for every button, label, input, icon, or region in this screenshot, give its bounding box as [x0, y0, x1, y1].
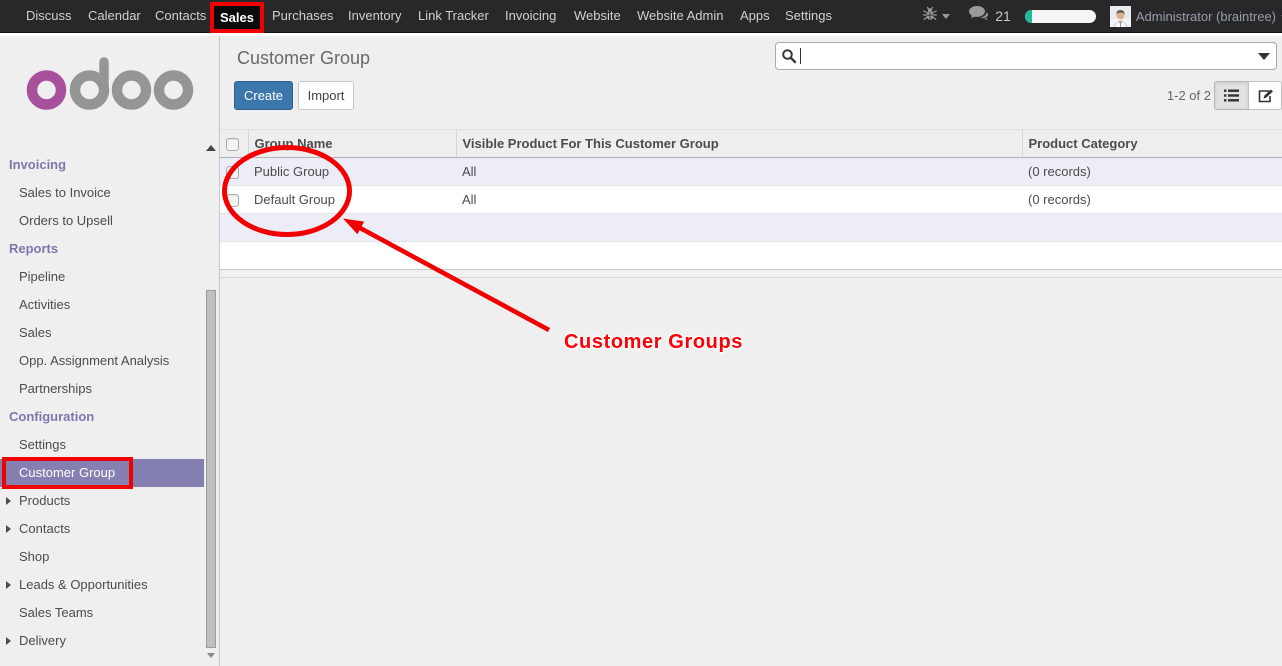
menu-item-delivery[interactable]: Delivery [0, 627, 204, 655]
planner-progress-bar[interactable] [1025, 10, 1096, 23]
select-all-checkbox-cell [220, 130, 248, 158]
menu-item-settings[interactable]: Settings [0, 431, 204, 459]
content-area: Customer Group Create Import 1-2 of 2 [220, 36, 1282, 666]
user-avatar[interactable] [1110, 6, 1131, 27]
page-title: Customer Group [237, 48, 370, 69]
list-view-table: Group Name Visible Product For This Cust… [220, 129, 1282, 270]
menu-scroll-down-icon[interactable] [207, 653, 215, 658]
view-switcher [1214, 81, 1282, 110]
expand-arrow-icon [6, 637, 11, 645]
list-view-button[interactable] [1214, 81, 1248, 110]
menu-item-sales-to-invoice[interactable]: Sales to Invoice [0, 179, 204, 207]
table-empty-row [220, 242, 1282, 270]
table-row-public-group[interactable]: Public Group All (0 records) [220, 158, 1282, 186]
expand-arrow-icon [6, 525, 11, 533]
menu-item-sales[interactable]: Sales [0, 319, 204, 347]
import-button[interactable]: Import [298, 81, 354, 110]
expand-arrow-icon [6, 497, 11, 505]
pager-range[interactable]: 1-2 of 2 [1167, 81, 1211, 110]
top-navbar: Discuss Calendar Contacts Sales Purchase… [0, 0, 1282, 33]
table-header-row: Group Name Visible Product For This Cust… [220, 130, 1282, 158]
nav-item-sales[interactable]: Sales [214, 6, 260, 29]
menu-section-reports: Reports [0, 235, 204, 263]
nav-item-inventory[interactable]: Inventory [339, 0, 410, 32]
search-dropdown-caret-icon[interactable] [1258, 53, 1270, 60]
nav-item-discuss[interactable]: Discuss [17, 0, 81, 32]
planner-progress-fill [1025, 10, 1032, 23]
sidebar-scrollbar-thumb[interactable] [206, 290, 216, 648]
main-area: Invoicing Sales to Invoice Orders to Ups… [0, 36, 1282, 666]
column-header-visible-product[interactable]: Visible Product For This Customer Group [456, 130, 1022, 158]
message-count-badge[interactable]: 21 [995, 8, 1011, 24]
table-footer-strip [220, 270, 1282, 278]
nav-item-settings[interactable]: Settings [776, 0, 841, 32]
cell-visible-product: All [456, 186, 1022, 214]
menu-item-partnerships[interactable]: Partnerships [0, 375, 204, 403]
row-checkbox-cell [220, 186, 248, 214]
search-box[interactable] [775, 42, 1277, 70]
form-view-button[interactable] [1248, 81, 1282, 110]
column-header-group-name[interactable]: Group Name [248, 130, 456, 158]
create-button[interactable]: Create [234, 81, 293, 110]
nav-item-contacts[interactable]: Contacts [146, 0, 215, 32]
nav-item-link-tracker[interactable]: Link Tracker [409, 0, 498, 32]
menu-item-contacts[interactable]: Contacts [0, 515, 204, 543]
nav-item-apps[interactable]: Apps [731, 0, 779, 32]
table-empty-row [220, 214, 1282, 242]
expand-arrow-icon [6, 581, 11, 589]
cell-visible-product: All [456, 158, 1022, 186]
odoo-logo [26, 36, 194, 117]
row-checkbox[interactable] [226, 194, 239, 207]
nav-item-purchases[interactable]: Purchases [263, 0, 342, 32]
main-menu: Discuss Calendar Contacts Sales Purchase… [0, 0, 900, 32]
column-header-product-category[interactable]: Product Category [1022, 130, 1282, 158]
navbar-systray: 21 Administrator (braintree) [923, 0, 1282, 32]
cell-product-category: (0 records) [1022, 158, 1282, 186]
nav-item-invoicing[interactable]: Invoicing [496, 0, 565, 32]
table-row-default-group[interactable]: Default Group All (0 records) [220, 186, 1282, 214]
menu-item-customer-group[interactable]: Customer Group [0, 459, 204, 487]
text-cursor [800, 48, 801, 64]
user-menu[interactable]: Administrator (braintree) [1136, 9, 1276, 24]
menu-section-invoicing: Invoicing [0, 151, 204, 179]
sidebar: Invoicing Sales to Invoice Orders to Ups… [0, 36, 220, 666]
cell-group-name: Default Group [248, 186, 456, 214]
menu-item-leads-opportunities[interactable]: Leads & Opportunities [0, 571, 204, 599]
row-checkbox-cell [220, 158, 248, 186]
select-all-checkbox[interactable] [226, 138, 239, 151]
menu-item-shop[interactable]: Shop [0, 543, 204, 571]
search-icon [781, 48, 797, 64]
bug-icon[interactable] [923, 5, 937, 27]
nav-item-calendar[interactable]: Calendar [79, 0, 150, 32]
cell-product-category: (0 records) [1022, 186, 1282, 214]
menu-item-products[interactable]: Products [0, 487, 204, 515]
cell-group-name: Public Group [248, 158, 456, 186]
menu-item-opp-assignment-analysis[interactable]: Opp. Assignment Analysis [0, 347, 204, 375]
chat-bubbles-icon[interactable] [968, 5, 990, 27]
menu-item-orders-to-upsell[interactable]: Orders to Upsell [0, 207, 204, 235]
menu-section-configuration: Configuration [0, 403, 204, 431]
menu-item-pipeline[interactable]: Pipeline [0, 263, 204, 291]
debug-dropdown-caret-icon[interactable] [942, 14, 950, 19]
menu-item-sales-teams[interactable]: Sales Teams [0, 599, 204, 627]
nav-item-website[interactable]: Website [565, 0, 630, 32]
odoo-backend-window: Discuss Calendar Contacts Sales Purchase… [0, 0, 1282, 666]
menu-scroll-up-icon[interactable] [206, 145, 216, 151]
menu-item-activities[interactable]: Activities [0, 291, 204, 319]
row-checkbox[interactable] [226, 166, 239, 179]
nav-item-website-admin[interactable]: Website Admin [628, 0, 732, 32]
secondary-menu: Invoicing Sales to Invoice Orders to Ups… [0, 151, 204, 655]
